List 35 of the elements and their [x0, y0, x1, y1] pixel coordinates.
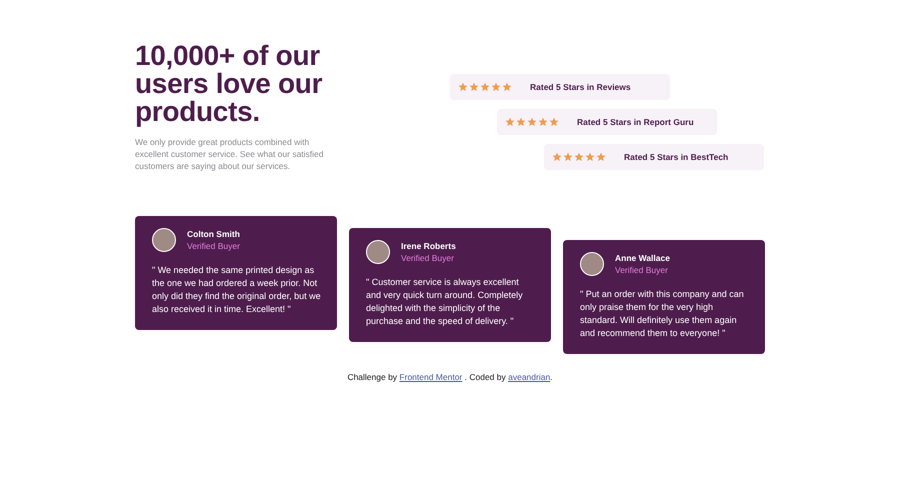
reviewer-role: Verified Buyer: [187, 241, 240, 251]
avatar: [580, 252, 604, 276]
reviewer-role: Verified Buyer: [615, 265, 669, 275]
star-icon: [516, 117, 526, 127]
star-icon: [502, 82, 512, 92]
reviewer-role: Verified Buyer: [401, 253, 455, 263]
description-text: We only provide great products combined with excellent customer service. See what our satisfied customers are saying about our services.: [135, 136, 325, 172]
headline: 10,000+ of our users love our products.: [135, 42, 324, 126]
frontend-mentor-link[interactable]: Frontend Mentor: [399, 372, 462, 382]
star-icon: [563, 152, 573, 162]
star-icon: [480, 82, 490, 92]
star-icon: [538, 117, 548, 127]
testimonial-quote: " Customer service is always excellent and very quick turn around. Completely delighted with the simplicity of the purchase and the speed of delivery. ": [366, 276, 524, 328]
star-icon: [596, 152, 606, 162]
star-icon: [458, 82, 468, 92]
star-icon: [527, 117, 537, 127]
star-icon: [491, 82, 501, 92]
testimonial-quote: " Put an order with this company and can only praise them for the very high standard. Will definitely use them again and recommend them to everyone! ": [580, 288, 745, 340]
testimonial-quote: " We needed the same printed design as the one we had ordered a week prior. Not only did they find the original order, but we also received it in time. Excellent! ": [152, 264, 321, 316]
reviewer-name: Irene Roberts: [401, 241, 456, 251]
star-icon: [505, 117, 515, 127]
reviewer-name: Anne Wallace: [615, 253, 670, 263]
star-icon: [552, 152, 562, 162]
star-icon: [585, 152, 595, 162]
rating-label: Rated 5 Stars in Report Guru: [577, 117, 694, 127]
star-icon: [469, 82, 479, 92]
star-icon: [574, 152, 584, 162]
reviewer-name: Colton Smith: [187, 229, 240, 239]
attribution-text: Challenge by Frontend Mentor . Coded by aveandrian.: [346, 372, 554, 382]
author-link[interactable]: aveandrian: [508, 372, 550, 382]
rating-label: Rated 5 Stars in BestTech: [624, 152, 728, 162]
avatar: [366, 240, 390, 264]
avatar: [152, 228, 176, 252]
rating-label: Rated 5 Stars in Reviews: [530, 82, 631, 92]
star-icon: [549, 117, 559, 127]
